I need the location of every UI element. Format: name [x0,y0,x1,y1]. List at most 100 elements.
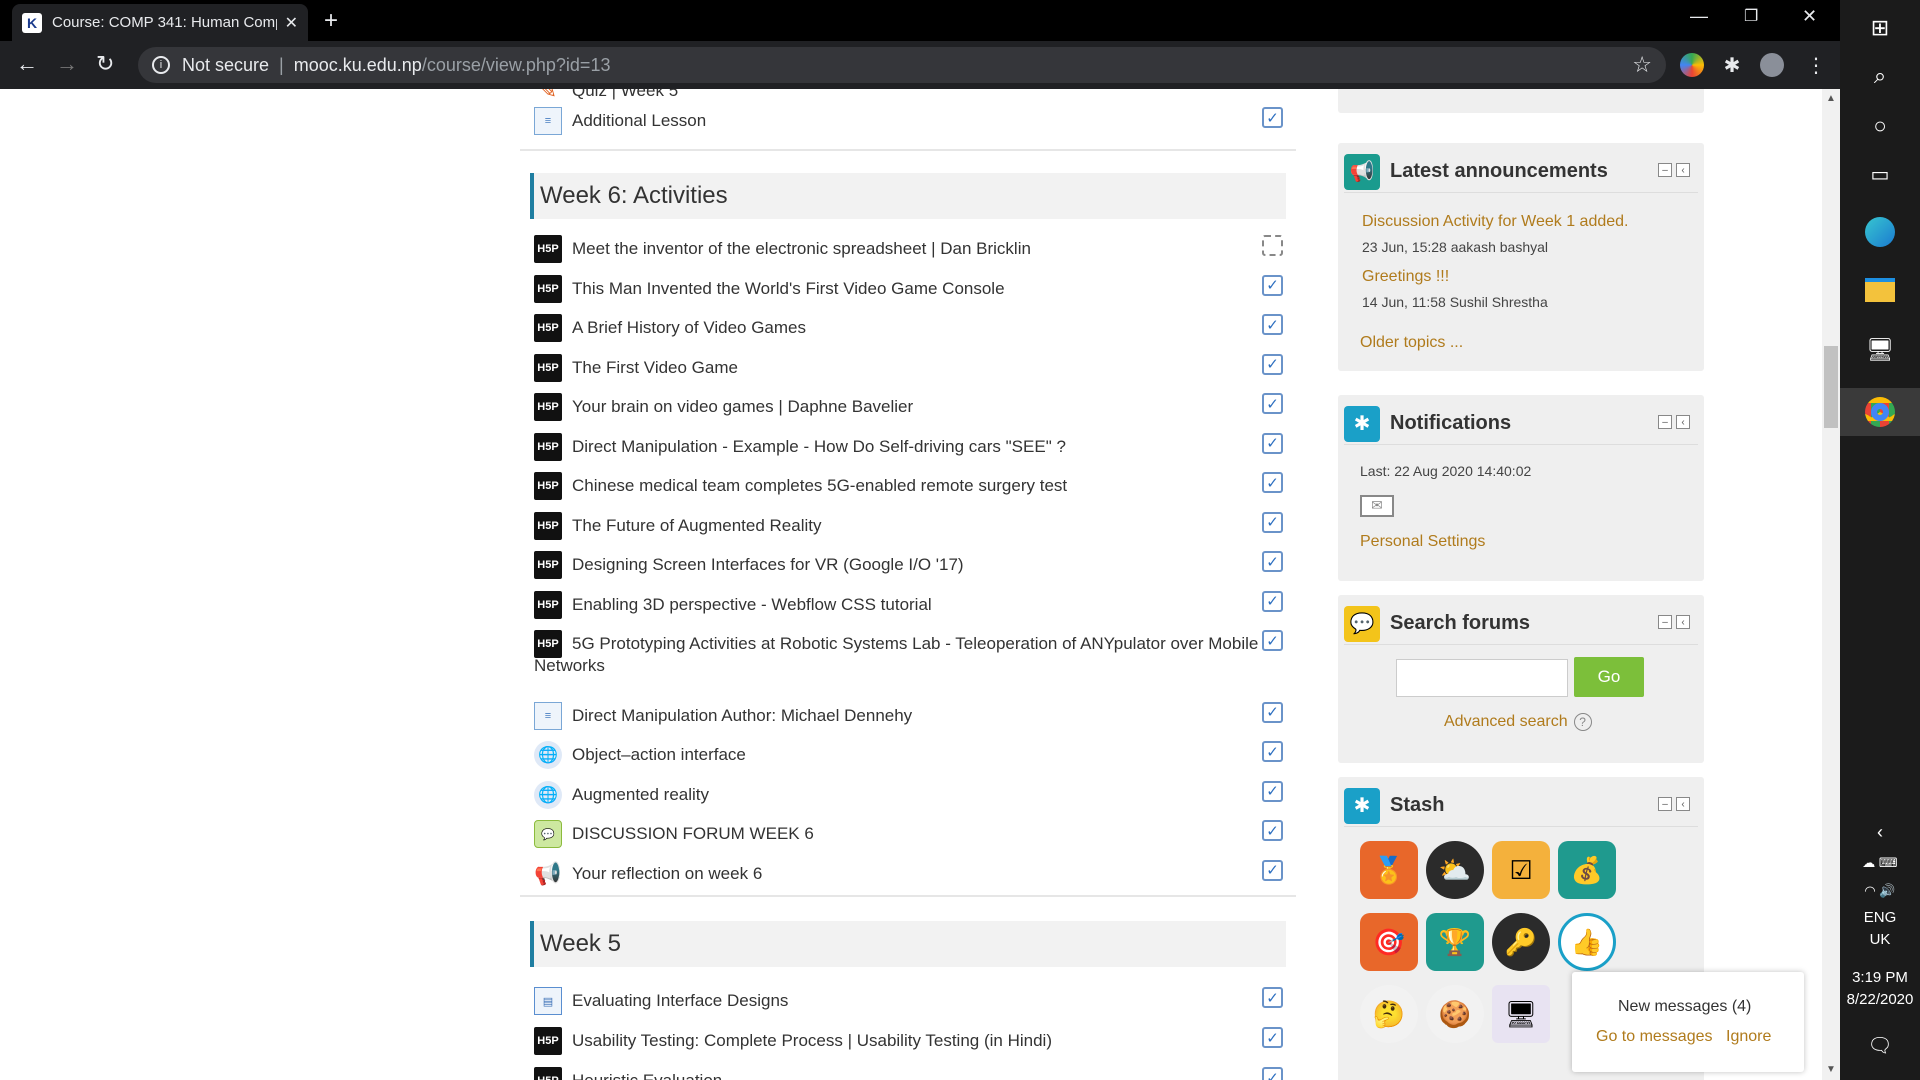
activity-item[interactable]: H5P This Man Invented the World's First V… [534,273,1284,305]
chrome-taskbar-icon[interactable] [1840,388,1920,436]
announcement-link[interactable]: Greetings !!! [1362,268,1449,286]
completion-checkbox[interactable] [1262,235,1283,256]
remote-desktop-icon[interactable]: 🖥 [1840,330,1920,370]
bookmark-star-icon[interactable]: ☆ [1632,52,1652,78]
task-view-icon[interactable]: ▭ [1840,154,1920,194]
completion-checkbox[interactable]: ✓ [1262,820,1283,841]
target-badge-icon[interactable]: 🎯 [1360,913,1418,971]
collapse-icon[interactable]: – [1658,415,1672,429]
activity-item[interactable]: ≡ Direct Manipulation Author: Michael Den… [534,700,1284,732]
edge-icon[interactable] [1840,212,1920,252]
completion-checkbox[interactable]: ✓ [1262,511,1283,533]
completion-checkbox[interactable]: ✓ [1262,701,1283,723]
activity-item[interactable]: H5P 5G Prototyping Activities at Robotic … [534,628,1284,660]
envelope-icon[interactable]: ✉ [1360,495,1394,517]
activity-item[interactable]: H5P Designing Screen Interfaces for VR (G… [534,549,1284,581]
completion-checkbox[interactable]: ✓ [1262,393,1283,414]
completion-checkbox[interactable]: ✓ [1262,472,1283,493]
clock-date[interactable]: 8/22/2020 [1840,988,1920,1010]
forward-arrow-icon[interactable]: → [56,51,78,77]
completion-checkbox[interactable]: ✓ [1262,987,1283,1008]
chevron-up-icon[interactable]: ‹ [1840,820,1920,844]
reload-icon[interactable]: ↻ [96,51,114,77]
completion-checkbox[interactable]: ✓ [1262,630,1283,651]
new-tab-button[interactable]: + [324,7,338,35]
key-badge-icon[interactable]: 🔑 [1492,913,1550,971]
advanced-search[interactable]: Advanced search ? [1444,713,1592,731]
go-to-messages-link[interactable]: Go to messages [1596,1028,1713,1046]
activity-item[interactable]: H5P The First Video Game [534,352,1284,384]
ignore-link[interactable]: Ignore [1726,1028,1771,1046]
weather-badge-icon[interactable]: ⛅ [1426,841,1484,899]
completion-checkbox[interactable]: ✓ [1262,353,1283,375]
trophy-badge-icon[interactable]: 🏆 [1426,913,1484,971]
extensions-puzzle-icon[interactable]: ✱ [1720,53,1744,77]
onedrive-network-icons[interactable]: ☁ ⌨ [1840,852,1920,874]
search-icon[interactable]: ⌕ [1840,56,1920,96]
windows-start-icon[interactable]: ⊞ [1840,8,1920,48]
completion-checkbox[interactable]: ✓ [1262,859,1283,881]
dock-icon[interactable]: ‹ [1676,615,1690,629]
activity-item[interactable]: 📢 Your reflection on week 6 [534,858,1284,890]
medal-badge-icon[interactable]: 🏅 [1360,841,1418,899]
extension-color-icon[interactable] [1680,53,1704,77]
activity-item[interactable]: H5P The Future of Augmented Reality [534,510,1284,542]
completion-checkbox[interactable]: ✓ [1262,1027,1283,1048]
wifi-volume-icons[interactable]: ◠ 🔊 [1840,880,1920,902]
restore-icon[interactable]: ❐ [1744,6,1758,26]
thinking-badge-icon[interactable]: 🤔 [1360,985,1418,1043]
tab-close-icon[interactable]: ✕ [285,13,298,33]
collapse-icon[interactable]: – [1658,797,1672,811]
dock-icon[interactable]: ‹ [1676,415,1690,429]
collapse-icon[interactable]: – [1658,163,1672,177]
language-uk[interactable]: UK [1840,928,1920,950]
address-bar[interactable]: i Not secure | mooc.ku.edu.np/course/vie… [138,47,1666,83]
activity-item[interactable]: H5P Your brain on video games | Daphne Ba… [534,391,1284,423]
activity-item[interactable]: H5P Meet the inventor of the electronic s… [534,233,1284,265]
activity-item[interactable]: H5P A Brief History of Video Games [534,312,1284,344]
browser-tab[interactable]: K Course: COMP 341: Human Comp ✕ [12,4,308,41]
workspace-badge-icon[interactable]: 🖥 [1492,985,1550,1043]
scroll-down-icon[interactable]: ▼ [1826,1064,1836,1075]
browser-menu-icon[interactable]: ⋮ [1804,53,1828,77]
language-eng[interactable]: ENG [1840,906,1920,928]
activity-item[interactable]: ≡ Additional Lesson [534,105,1284,137]
profile-avatar[interactable] [1760,53,1784,77]
info-icon[interactable]: i [152,56,170,74]
checklist-badge-icon[interactable]: ☑ [1492,841,1550,899]
cortana-icon[interactable]: ○ [1840,106,1920,146]
activity-item[interactable]: 💬 DISCUSSION FORUM WEEK 6 [534,818,1284,850]
completion-checkbox[interactable]: ✓ [1262,590,1283,612]
personal-settings-link[interactable]: Personal Settings [1360,533,1485,551]
completion-checkbox[interactable]: ✓ [1262,107,1283,128]
completion-checkbox[interactable]: ✓ [1262,274,1283,296]
completion-checkbox[interactable]: ✓ [1262,314,1283,335]
page-scrollbar[interactable]: ▲ ▼ [1822,89,1840,1080]
minimize-icon[interactable]: — [1690,6,1708,27]
dock-icon[interactable]: ‹ [1676,797,1690,811]
activity-item[interactable]: 🌐 Augmented reality [534,779,1284,811]
activity-item[interactable]: 🌐 Object–action interface [534,739,1284,771]
file-explorer-icon[interactable] [1840,270,1920,310]
dock-icon[interactable]: ‹ [1676,163,1690,177]
go-button[interactable]: Go [1574,657,1644,697]
window-close-icon[interactable]: ✕ [1802,6,1817,27]
search-forums-input[interactable] [1396,659,1568,697]
scroll-up-icon[interactable]: ▲ [1826,93,1836,104]
collapse-icon[interactable]: – [1658,615,1672,629]
activity-item[interactable]: H5P Enabling 3D perspective - Webflow CSS… [534,589,1284,621]
thumbsup-badge-icon[interactable]: 👍 [1558,913,1616,971]
completion-checkbox[interactable]: ✓ [1262,780,1283,802]
advanced-search-link[interactable]: Advanced search [1444,713,1568,731]
completion-checkbox[interactable]: ✓ [1262,1067,1283,1080]
announcement-link[interactable]: Discussion Activity for Week 1 added. [1362,213,1629,231]
scrollbar-thumb[interactable] [1824,346,1838,428]
older-topics-link[interactable]: Older topics ... [1360,334,1463,352]
clock-time[interactable]: 3:19 PM [1840,966,1920,988]
completion-checkbox[interactable]: ✓ [1262,741,1283,762]
moneybag-badge-icon[interactable]: 💰 [1558,841,1616,899]
back-arrow-icon[interactable]: ← [16,51,38,77]
help-icon[interactable]: ? [1573,713,1592,731]
completion-checkbox[interactable]: ✓ [1262,432,1283,454]
activity-item[interactable]: H5P Usability Testing: Complete Process |… [534,1025,1284,1057]
